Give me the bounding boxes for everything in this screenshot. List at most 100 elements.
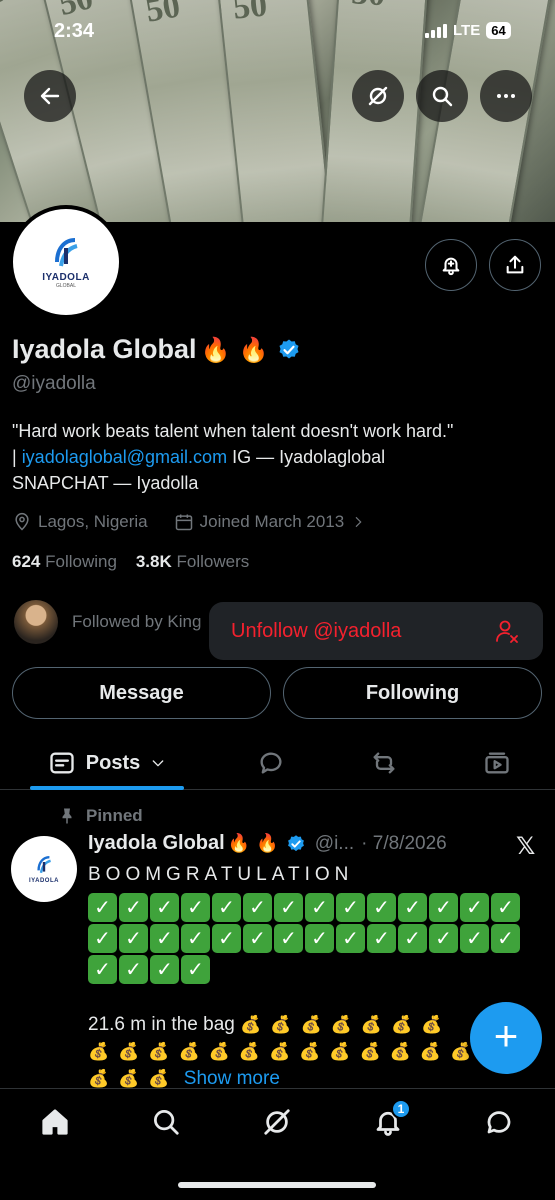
profile-handle: @iyadolla [12, 373, 96, 394]
following-link[interactable]: 624 Following [12, 552, 117, 571]
money-bag-emoji: 💰 [269, 1041, 291, 1062]
post-body[interactable]: BOOMGRATULATION ✓ ✓ ✓ ✓ ✓ ✓ ✓ ✓ ✓ ✓ ✓ ✓ ✓ ✓ ✓ ✓ ✓ ✓ ✓ ✓ ✓ ✓ ✓ ✓… [88, 862, 528, 1093]
verified-badge-icon[interactable] [277, 338, 301, 362]
post-header: Iyadola Global 🔥 🔥 @i... · 7/8/2026 [88, 832, 447, 855]
check-mark-emoji: ✓ [491, 892, 520, 922]
notifications-badge: 1 [391, 1099, 411, 1119]
signal-icon [425, 23, 447, 38]
check-mark-emoji: ✓ [88, 892, 117, 922]
check-mark-emoji: ✓ [119, 954, 148, 984]
status-time: 2:34 [54, 20, 95, 42]
check-mark-emoji: ✓ [398, 892, 427, 922]
money-bag-emoji: 💰 [329, 1041, 351, 1062]
fire-emoji: 🔥 🔥 [200, 335, 269, 364]
money-bag-emoji: 💰 [330, 1014, 352, 1035]
money-bag-emoji: 💰 [390, 1014, 413, 1035]
check-mark-emoji: ✓ [305, 923, 334, 953]
money-bag-emoji: 💰 [118, 1041, 140, 1062]
money-bag-emoji: 💰 [389, 1041, 411, 1062]
tab-posts[interactable]: Posts [30, 736, 184, 790]
iyadola-logo-icon [55, 237, 78, 266]
check-mark-emoji: ✓ [243, 892, 272, 922]
check-mark-emoji: ✓ [491, 923, 520, 953]
money-bag-emoji: 💰 [240, 1014, 262, 1035]
check-mark-emoji: ✓ [88, 923, 117, 953]
bio-quote: "Hard work beats talent when talent does… [12, 421, 454, 441]
bio-snapchat: SNAPCHAT — Iyadolla [12, 473, 199, 494]
grok-button[interactable] [352, 70, 404, 122]
repost-icon [373, 752, 395, 774]
check-mark-emoji: ✓ [150, 954, 179, 984]
search-icon [154, 1110, 179, 1135]
pin-icon [62, 808, 72, 824]
plus-icon: + [493, 1012, 519, 1059]
unfollow-menu-item[interactable]: Unfollow @iyadolla [209, 602, 543, 660]
verified-badge-icon [287, 834, 304, 851]
joined-text[interactable]: Joined March 2013 [200, 512, 345, 532]
location-pin-icon [15, 512, 29, 531]
profile-name-text: Iyadola Global [12, 334, 197, 364]
tab-replies[interactable] [246, 736, 296, 790]
follower-avatar [14, 600, 58, 644]
nav-home[interactable] [40, 1107, 70, 1137]
avatar-logo-text: IYADOLA [42, 271, 90, 283]
home-indicator[interactable] [178, 1182, 376, 1188]
status-bar: 2:34 LTE 64 [0, 18, 555, 48]
check-mark-emoji: ✓ [305, 892, 334, 922]
notifications-toggle-button[interactable] [425, 239, 477, 291]
money-bag-emoji-group: 💰 💰 💰 [88, 1068, 179, 1089]
post-author-avatar[interactable]: IYADOLA [11, 836, 77, 902]
profile-avatar[interactable]: IYADOLA GLOBAL [9, 205, 123, 319]
post-headline: BOOMGRATULATION [88, 864, 354, 885]
pinned-indicator: Pinned [58, 806, 143, 826]
nav-grok[interactable] [262, 1107, 292, 1137]
compose-post-button[interactable]: + [470, 1002, 542, 1074]
show-more-link[interactable]: Show more [184, 1068, 280, 1089]
search-button[interactable] [416, 70, 468, 122]
followers-link[interactable]: 3.8K Followers [136, 552, 249, 571]
back-arrow-icon [40, 87, 60, 105]
bio-email-link[interactable]: iyadolaglobal@gmail.com [22, 447, 227, 467]
home-icon [42, 1109, 68, 1135]
check-mark-emoji: ✓ [150, 892, 179, 922]
check-mark-emoji: ✓ [460, 892, 489, 922]
money-bag-emoji: 💰 [88, 1041, 110, 1062]
bio-contact-line: | iyadolaglobal@gmail.com IG — Iyadolagl… [12, 444, 547, 470]
calendar-icon [175, 514, 192, 531]
check-mark-emoji: ✓ [336, 923, 365, 953]
following-button[interactable]: Following [283, 667, 542, 719]
post-author-name[interactable]: Iyadola Global [88, 832, 225, 855]
nav-messages[interactable] [484, 1107, 514, 1137]
check-mark-emoji: ✓ [212, 892, 241, 922]
money-bag-emoji-group: 💰 💰 💰 💰 💰 💰 💰 💰 💰 💰 💰 💰 💰 [88, 1041, 480, 1062]
check-mark-emoji: ✓ [181, 892, 210, 922]
more-icon [497, 94, 515, 98]
follow-counts: 624 Following 3.8K Followers [12, 552, 249, 572]
check-mark-emoji: ✓ [119, 923, 148, 953]
tab-media[interactable] [472, 736, 522, 790]
post-bag-line-2: 💰 💰 💰 💰 💰 💰 💰 💰 💰 💰 💰 💰 💰 [88, 1039, 528, 1066]
post-date[interactable]: · 7/8/2026 [361, 833, 447, 855]
share-button[interactable] [489, 239, 541, 291]
active-tab-indicator [30, 786, 184, 790]
money-bag-emoji: 💰 [299, 1041, 321, 1062]
more-button[interactable] [480, 70, 532, 122]
posts-icon [50, 752, 74, 774]
check-mark-emoji: ✓ [212, 923, 241, 953]
tab-reposts[interactable] [359, 736, 409, 790]
money-bag-emoji-group: 💰 💰 💰 💰 💰 💰 💰 [240, 1014, 451, 1035]
check-mark-emoji: ✓ [274, 923, 303, 953]
battery-icon: 64 [486, 22, 511, 39]
post-author-handle: @i... [314, 832, 355, 854]
back-button[interactable] [24, 70, 76, 122]
check-mark-emoji: ✓ [150, 923, 179, 953]
search-icon [432, 86, 453, 107]
check-mark-emoji: ✓ [181, 954, 210, 984]
check-mark-emoji: ✓ [119, 892, 148, 922]
money-bag-emoji: 💰 [421, 1014, 443, 1035]
nav-notifications[interactable]: 1 [373, 1099, 411, 1137]
followed-by[interactable]: Followed by King [14, 600, 201, 644]
message-button[interactable]: Message [12, 667, 271, 719]
nav-search[interactable] [151, 1107, 181, 1137]
followed-by-text: Followed by King [72, 612, 202, 631]
